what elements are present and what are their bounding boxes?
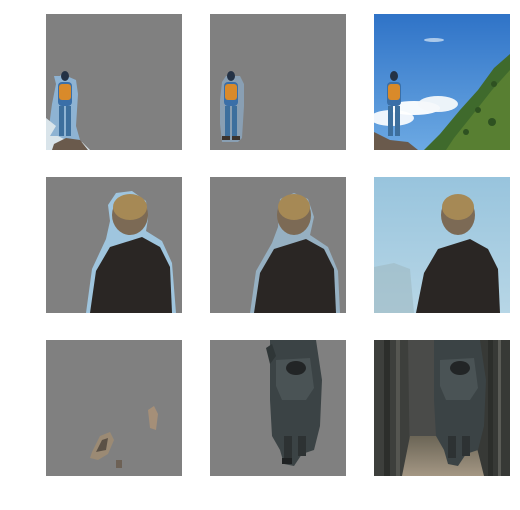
panel-hiker-mask-refined (210, 14, 346, 150)
panel-alley-mask-refined (210, 340, 346, 476)
panel-person-original (374, 177, 510, 313)
panel-person-mask-coarse (46, 177, 182, 313)
panel-alley-original (374, 340, 510, 476)
panel-alley-mask-coarse (46, 340, 182, 476)
panel-hiker-original (370, 14, 510, 150)
panel-hiker-mask-coarse (46, 14, 182, 150)
image-grid (46, 14, 510, 476)
panel-person-mask-refined (210, 177, 346, 313)
